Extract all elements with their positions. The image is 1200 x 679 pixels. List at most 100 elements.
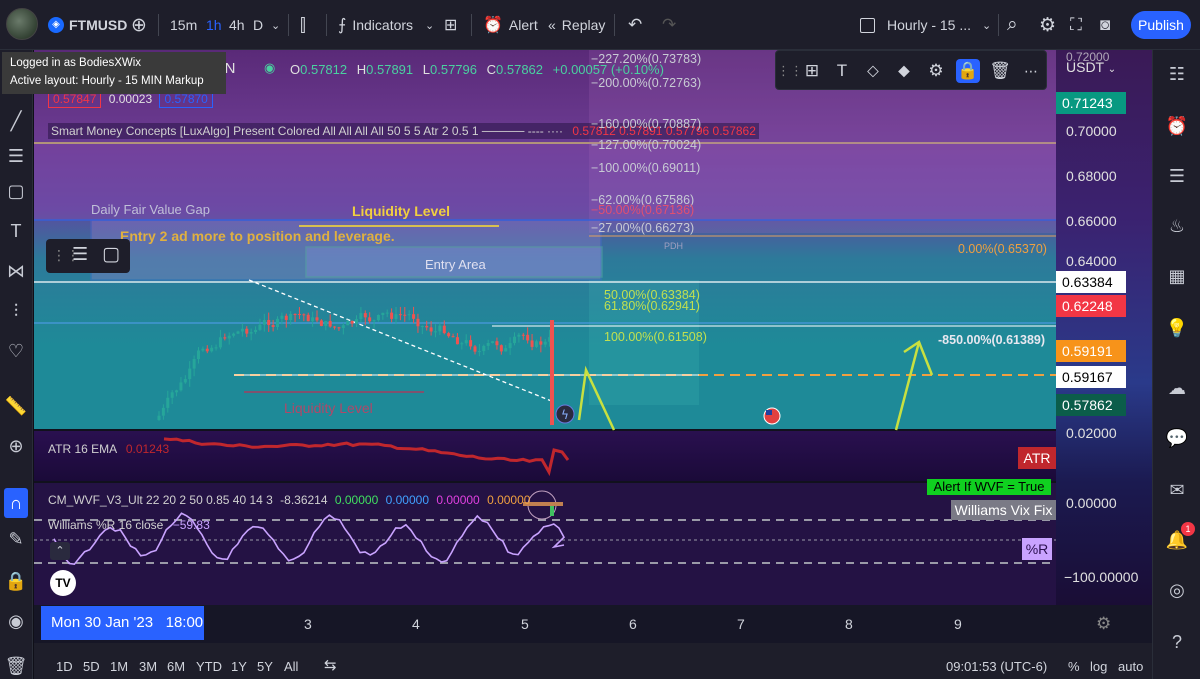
data-window-icon[interactable]: ☰ bbox=[1165, 164, 1189, 188]
liquidity-level-bottom-label[interactable]: Liquidity Level bbox=[284, 400, 373, 416]
liquidity-level-top-label[interactable]: Liquidity Level bbox=[352, 203, 450, 219]
trash-icon[interactable]: 🗑 bbox=[988, 59, 1012, 83]
user-avatar[interactable] bbox=[6, 8, 38, 40]
search-icon[interactable]: ⌕ bbox=[1007, 0, 1018, 50]
alarm-clock-icon[interactable]: ⏰ bbox=[1165, 114, 1189, 138]
replay-button[interactable]: « Replay bbox=[548, 0, 605, 50]
gear-icon[interactable]: ⚙ bbox=[1096, 614, 1111, 634]
clock[interactable]: 09:01:53 (UTC-6) bbox=[946, 659, 1047, 674]
candle-body bbox=[205, 348, 209, 352]
compare-symbol-icon[interactable]: ⊕ bbox=[131, 0, 147, 50]
entry2-label[interactable]: Entry 2 ad more to position and leverage… bbox=[120, 228, 395, 244]
pattern-icon[interactable]: ⋈ bbox=[5, 260, 27, 282]
tradingview-logo-icon[interactable]: TV bbox=[50, 570, 76, 596]
magnet-icon[interactable]: ∩ bbox=[4, 488, 28, 518]
trash-icon[interactable]: 🗑 bbox=[5, 655, 28, 677]
range-all[interactable]: All bbox=[284, 659, 298, 674]
messages-icon[interactable]: ✉ bbox=[1165, 478, 1189, 502]
lock-icon[interactable]: 🔒 bbox=[956, 59, 980, 83]
more-options-icon[interactable]: ⋯ bbox=[1019, 59, 1043, 83]
ruler-icon[interactable]: 📏 bbox=[5, 395, 27, 417]
gear-icon[interactable]: ⚙ bbox=[1039, 0, 1056, 50]
candle-body bbox=[293, 313, 297, 315]
collapse-legend-icon[interactable]: ⌃ bbox=[50, 542, 70, 560]
wvf-bar bbox=[550, 506, 554, 516]
interval-15m[interactable]: 15m bbox=[170, 0, 197, 50]
drawing-properties-toolbar[interactable]: ⋮⋮ ⊞ T ⬦ ⬥ ⚙ 🔒 🗑 ⋯ bbox=[775, 50, 1047, 90]
camera-icon[interactable]: ◙ bbox=[1100, 0, 1110, 50]
range-1m[interactable]: 1M bbox=[110, 659, 128, 674]
candle-body bbox=[258, 324, 262, 330]
chevron-down-icon[interactable]: ⌄ bbox=[425, 0, 434, 50]
templates-icon[interactable]: ⊞ bbox=[444, 0, 457, 50]
publish-button[interactable]: Publish bbox=[1131, 11, 1191, 39]
fill-color-icon[interactable]: ⬦ bbox=[861, 59, 885, 83]
heart-icon[interactable]: ♡ bbox=[5, 340, 27, 362]
lines-icon[interactable]: ☰ bbox=[72, 244, 88, 265]
range-3m[interactable]: 3M bbox=[139, 659, 157, 674]
undo-icon[interactable]: ↶ bbox=[628, 0, 642, 50]
add-template-icon[interactable]: ⊞ bbox=[800, 59, 824, 83]
eye-icon[interactable]: ◉ bbox=[264, 60, 275, 76]
border-color-icon[interactable]: ⬥ bbox=[892, 59, 916, 83]
percent-toggle[interactable]: % bbox=[1068, 659, 1080, 674]
candle-body bbox=[157, 415, 161, 420]
horizontal-lines-icon[interactable]: ☰ bbox=[5, 145, 27, 167]
alert-button[interactable]: ⏰ Alert bbox=[483, 0, 538, 50]
log-toggle[interactable]: log bbox=[1090, 659, 1107, 674]
atr-label: ATR 16 EMA bbox=[48, 442, 117, 456]
rectangle-icon[interactable]: ▢ bbox=[5, 180, 27, 202]
wvf-legend[interactable]: CM_WVF_V3_Ult 22 20 2 50 0.85 40 14 3 -8… bbox=[48, 493, 530, 507]
lock-icon[interactable]: 🔒 bbox=[5, 570, 27, 592]
hotlist-flame-icon[interactable]: ♨ bbox=[1165, 214, 1189, 238]
time-axis[interactable]: Mon 30 Jan '23 18:00 3 4 5 6 7 8 9 bbox=[34, 605, 1056, 643]
text-icon[interactable]: T bbox=[5, 220, 27, 242]
price-tag: 0.59191 bbox=[1056, 340, 1126, 362]
williams-r-legend[interactable]: Williams %R 16 close −59.83 bbox=[48, 518, 210, 532]
trend-line-icon[interactable]: ╱ bbox=[5, 110, 27, 132]
gear-icon[interactable]: ⚙ bbox=[924, 59, 948, 83]
interval-4h[interactable]: 4h bbox=[229, 0, 245, 50]
bottom-toolbar: 1D 5D 1M 3M 6M YTD 1Y 5Y All ⇆ 09:01:53 … bbox=[34, 643, 1152, 679]
eye-icon[interactable]: ◉ bbox=[5, 610, 27, 632]
chevron-down-icon[interactable]: ⌄ bbox=[982, 0, 991, 50]
calendar-icon[interactable]: ▦ bbox=[1165, 264, 1189, 288]
interval-d[interactable]: D bbox=[253, 0, 263, 50]
chats-icon[interactable]: 💬 bbox=[1165, 426, 1189, 450]
text-color-icon[interactable]: T bbox=[830, 59, 854, 83]
fullscreen-icon[interactable]: ⛶ bbox=[1070, 0, 1082, 50]
price-scale[interactable]: USDT ⌄ 0.72000 0.70000 0.68000 0.66000 0… bbox=[1056, 50, 1152, 605]
chart-pane[interactable]: ϟ COIN ◉ O0.57812 H0.57891 L0.57796 C0.5… bbox=[34, 50, 1056, 605]
broadcast-icon[interactable]: ◎ bbox=[1165, 578, 1189, 602]
layout-selector[interactable]: Hourly - 15 ... bbox=[860, 0, 971, 50]
forecast-icon[interactable]: ⫶ bbox=[5, 300, 27, 322]
watchlist-icon[interactable]: ☷ bbox=[1165, 62, 1189, 86]
range-6m[interactable]: 6M bbox=[167, 659, 185, 674]
range-5y[interactable]: 5Y bbox=[257, 659, 273, 674]
indicators-button[interactable]: ⨍ Indicators bbox=[338, 0, 413, 50]
symbol-search[interactable]: ◈ FTMUSD bbox=[48, 0, 127, 50]
ideas-bulb-icon[interactable]: 💡 bbox=[1165, 316, 1189, 340]
range-1d[interactable]: 1D bbox=[56, 659, 73, 674]
candles-icon[interactable]: ⫿ bbox=[300, 0, 306, 50]
streams-icon[interactable]: ☁ bbox=[1165, 376, 1189, 400]
help-icon[interactable]: ? bbox=[1165, 630, 1189, 654]
pencil-lock-icon[interactable]: ✎ bbox=[5, 528, 27, 550]
drag-handle-icon[interactable]: ⋮⋮ bbox=[777, 59, 803, 83]
rectangle-icon[interactable]: ▢ bbox=[102, 243, 120, 266]
range-1y[interactable]: 1Y bbox=[231, 659, 247, 674]
range-5d[interactable]: 5D bbox=[83, 659, 100, 674]
entry-area-label[interactable]: Entry Area bbox=[425, 257, 486, 272]
floating-drawing-toolbar[interactable]: ⋮⋮ ☰ ▢ bbox=[46, 239, 130, 273]
time-label: 6 bbox=[629, 616, 637, 632]
interval-1h[interactable]: 1h bbox=[206, 0, 222, 50]
zoom-in-icon[interactable]: ⊕ bbox=[5, 435, 27, 457]
candle-body bbox=[210, 347, 214, 352]
date-range-icon[interactable]: ⇆ bbox=[324, 656, 337, 674]
range-ytd[interactable]: YTD bbox=[196, 659, 222, 674]
redo-icon[interactable]: ↷ bbox=[662, 0, 676, 50]
daily-fvg-label[interactable]: Daily Fair Value Gap bbox=[91, 202, 210, 217]
auto-toggle[interactable]: auto bbox=[1118, 659, 1143, 674]
atr-legend[interactable]: ATR 16 EMA 0.01243 bbox=[48, 442, 169, 456]
chevron-down-icon[interactable]: ⌄ bbox=[271, 0, 280, 50]
